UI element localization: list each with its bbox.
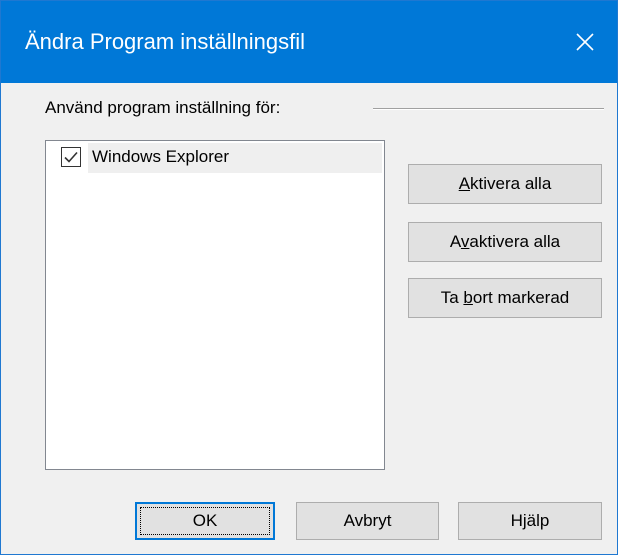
cancel-button-label: Avbryt [343,511,392,530]
disable-all-button[interactable]: Avaktivera alla [408,222,602,262]
list-item[interactable]: Windows Explorer [48,143,382,173]
dialog-window: Ändra Program inställningsfil Använd pro… [0,0,618,555]
remove-selected-button[interactable]: Ta bort markerad [408,278,602,318]
remove-selected-label-rest: ort markerad [472,288,570,307]
enable-all-button[interactable]: Aktivera alla [408,164,602,204]
window-title: Ändra Program inställningsfil [25,29,306,54]
program-listbox[interactable]: Windows Explorer [45,140,385,470]
group-divider [373,108,604,110]
enable-all-label-rest: ktivera alla [470,174,552,193]
disable-all-label-rest: aktivera alla [469,232,561,251]
help-button-label: Hjälp [510,511,550,530]
title-bar: Ändra Program inställningsfil [1,1,617,83]
dialog-body: Använd program inställning för: Windows … [1,83,617,554]
item-checkbox[interactable] [61,147,81,167]
list-item-label-highlight[interactable]: Windows Explorer [88,143,382,173]
list-item-label: Windows Explorer [92,147,229,166]
remove-selected-label-part: Ta [440,288,464,307]
checkmark-icon [64,151,78,163]
disable-all-label-part: A [449,232,461,251]
cancel-button[interactable]: Avbryt [296,502,439,540]
remove-selected-mnemonic: b [463,288,473,307]
ok-button[interactable]: OK [135,502,275,540]
enable-all-mnemonic: A [458,174,471,193]
close-button[interactable] [553,1,617,83]
group-label: Använd program inställning för: [45,98,281,117]
help-button[interactable]: Hjälp [458,502,602,540]
close-icon [576,33,594,51]
focus-indicator [140,507,270,535]
